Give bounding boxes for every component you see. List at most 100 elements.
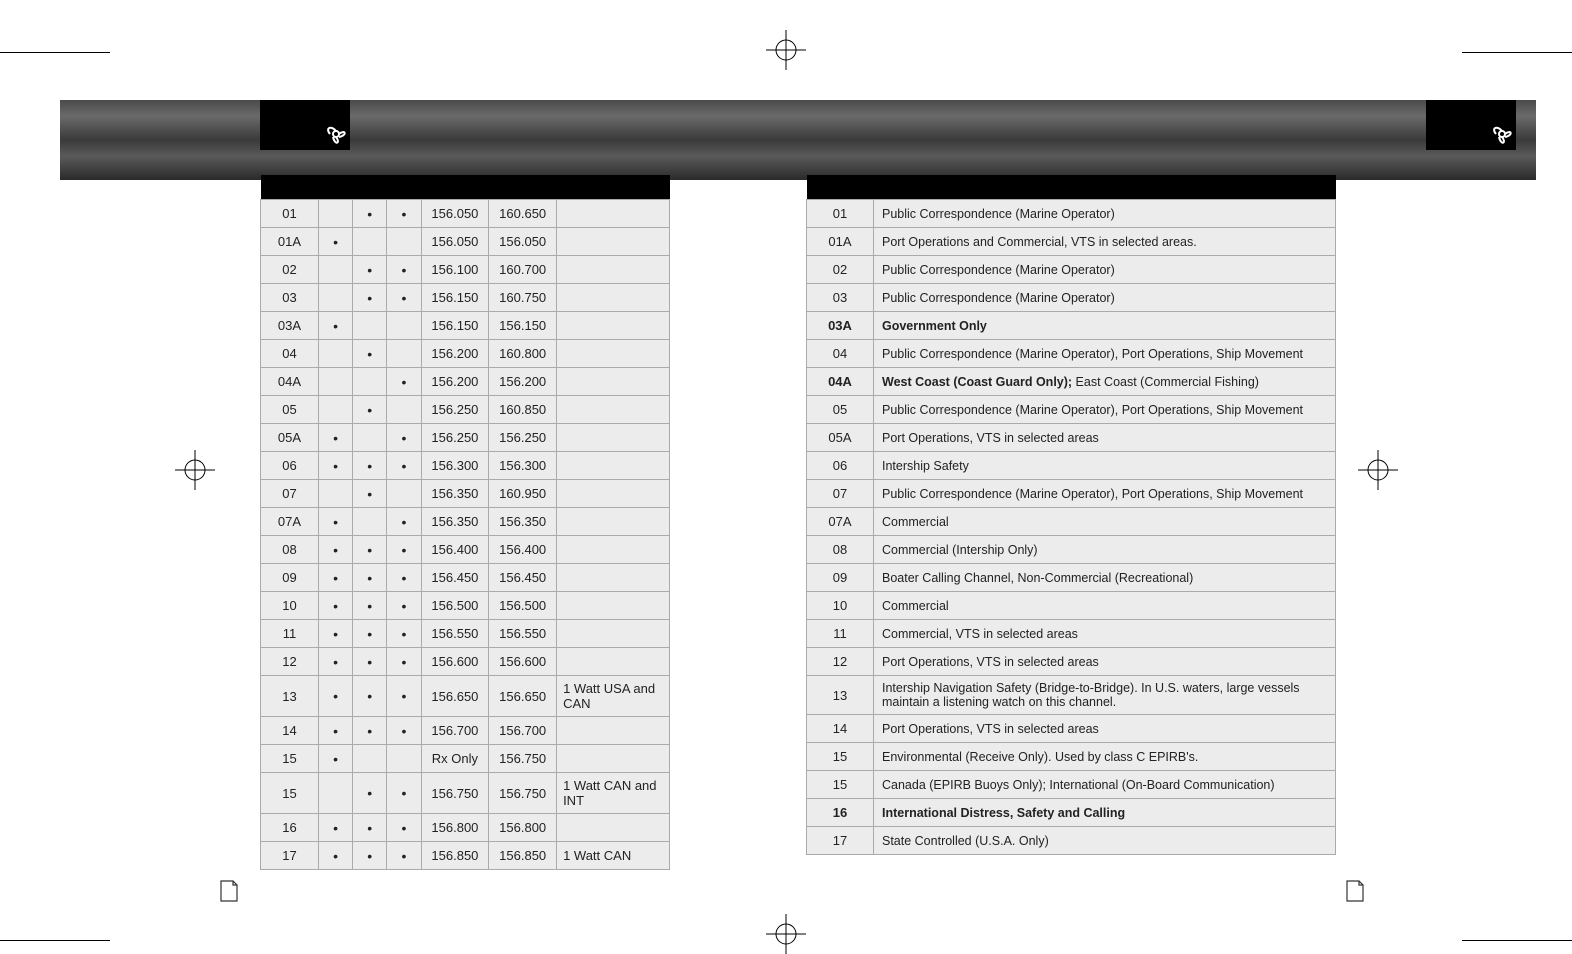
channel-cell: 03 <box>807 284 874 312</box>
note-cell <box>557 284 670 312</box>
flag-cell: • <box>387 256 421 284</box>
freq-cell: 156.300 <box>421 452 489 480</box>
table-row: 03••156.150160.750 <box>261 284 670 312</box>
table-row: 15••156.750156.7501 Watt CAN and INT <box>261 773 670 814</box>
freq-cell: 156.300 <box>489 452 557 480</box>
channel-cell: 10 <box>807 592 874 620</box>
registration-mark-icon <box>175 450 215 490</box>
freq-cell: 156.150 <box>489 312 557 340</box>
flag-cell: • <box>318 717 352 745</box>
channel-cell: 05A <box>261 424 319 452</box>
description-cell: Canada (EPIRB Buoys Only); International… <box>874 771 1336 799</box>
flag-cell: • <box>353 842 387 870</box>
freq-cell: 160.950 <box>489 480 557 508</box>
table-row: 15Environmental (Receive Only). Used by … <box>807 743 1336 771</box>
flag-cell: • <box>387 814 421 842</box>
flag-cell <box>318 480 352 508</box>
note-cell <box>557 228 670 256</box>
table-row: 01••156.050160.650 <box>261 200 670 228</box>
channel-cell: 04A <box>807 368 874 396</box>
note-cell <box>557 508 670 536</box>
description-cell: Public Correspondence (Marine Operator) <box>874 256 1336 284</box>
channel-cell: 03A <box>261 312 319 340</box>
note-cell: 1 Watt CAN and INT <box>557 773 670 814</box>
flag-cell: • <box>318 842 352 870</box>
channel-cell: 02 <box>261 256 319 284</box>
flag-cell: • <box>387 773 421 814</box>
note-cell <box>557 592 670 620</box>
table-row: 05APort Operations, VTS in selected area… <box>807 424 1336 452</box>
channel-cell: 14 <box>261 717 319 745</box>
description-cell: Commercial (Intership Only) <box>874 536 1336 564</box>
flag-cell: • <box>387 676 421 717</box>
flag-cell: • <box>353 256 387 284</box>
note-cell <box>557 745 670 773</box>
table-row: 15•Rx Only156.750 <box>261 745 670 773</box>
table-row: 17State Controlled (U.S.A. Only) <box>807 827 1336 855</box>
channel-cell: 06 <box>807 452 874 480</box>
flag-cell <box>318 368 352 396</box>
flag-cell <box>387 396 421 424</box>
flag-cell: • <box>353 676 387 717</box>
table-row: 16International Distress, Safety and Cal… <box>807 799 1336 827</box>
freq-cell: 156.350 <box>421 508 489 536</box>
channel-cell: 13 <box>807 676 874 715</box>
flag-cell: • <box>353 452 387 480</box>
registration-mark-icon <box>766 30 806 70</box>
channel-cell: 16 <box>807 799 874 827</box>
table-row: 08•••156.400156.400 <box>261 536 670 564</box>
table-row: 04AWest Coast (Coast Guard Only); East C… <box>807 368 1336 396</box>
freq-cell: 156.600 <box>421 648 489 676</box>
note-cell <box>557 480 670 508</box>
table-row: 07•156.350160.950 <box>261 480 670 508</box>
flag-cell <box>318 396 352 424</box>
freq-cell: 156.250 <box>489 424 557 452</box>
channel-cell: 03 <box>261 284 319 312</box>
table-row: 03A•156.150156.150 <box>261 312 670 340</box>
channel-cell: 04A <box>261 368 319 396</box>
table-row: 04Public Correspondence (Marine Operator… <box>807 340 1336 368</box>
note-cell <box>557 368 670 396</box>
crop-mark <box>1462 940 1572 941</box>
table-row: 05A••156.250156.250 <box>261 424 670 452</box>
propeller-icon <box>1488 120 1516 148</box>
note-cell <box>557 536 670 564</box>
freq-cell: 156.500 <box>489 592 557 620</box>
flag-cell: • <box>387 508 421 536</box>
flag-cell: • <box>387 648 421 676</box>
channel-cell: 12 <box>807 648 874 676</box>
flag-cell: • <box>353 717 387 745</box>
table-row: 09•••156.450156.450 <box>261 564 670 592</box>
channel-cell: 17 <box>807 827 874 855</box>
flag-cell: • <box>387 592 421 620</box>
table-row: 06Intership Safety <box>807 452 1336 480</box>
freq-cell: 160.800 <box>489 340 557 368</box>
note-cell <box>557 620 670 648</box>
flag-cell: • <box>353 620 387 648</box>
crop-mark <box>0 940 110 941</box>
freq-cell: 160.850 <box>489 396 557 424</box>
flag-cell: • <box>318 508 352 536</box>
channel-cell: 17 <box>261 842 319 870</box>
flag-cell: • <box>353 648 387 676</box>
table-row: 10Commercial <box>807 592 1336 620</box>
flag-cell: • <box>318 564 352 592</box>
flag-cell: • <box>318 536 352 564</box>
description-cell: Government Only <box>874 312 1336 340</box>
table-row: 12•••156.600156.600 <box>261 648 670 676</box>
freq-cell: 156.350 <box>421 480 489 508</box>
table-row: 07ACommercial <box>807 508 1336 536</box>
flag-cell: • <box>353 536 387 564</box>
channel-cell: 01 <box>807 200 874 228</box>
table-row: 07Public Correspondence (Marine Operator… <box>807 480 1336 508</box>
flag-cell: • <box>387 620 421 648</box>
freq-cell: 156.650 <box>489 676 557 717</box>
flag-cell: • <box>318 312 352 340</box>
note-cell <box>557 396 670 424</box>
description-cell: West Coast (Coast Guard Only); East Coas… <box>874 368 1336 396</box>
flag-cell: • <box>387 452 421 480</box>
channel-cell: 09 <box>261 564 319 592</box>
table-row: 11•••156.550156.550 <box>261 620 670 648</box>
freq-cell: 156.100 <box>421 256 489 284</box>
note-cell <box>557 717 670 745</box>
